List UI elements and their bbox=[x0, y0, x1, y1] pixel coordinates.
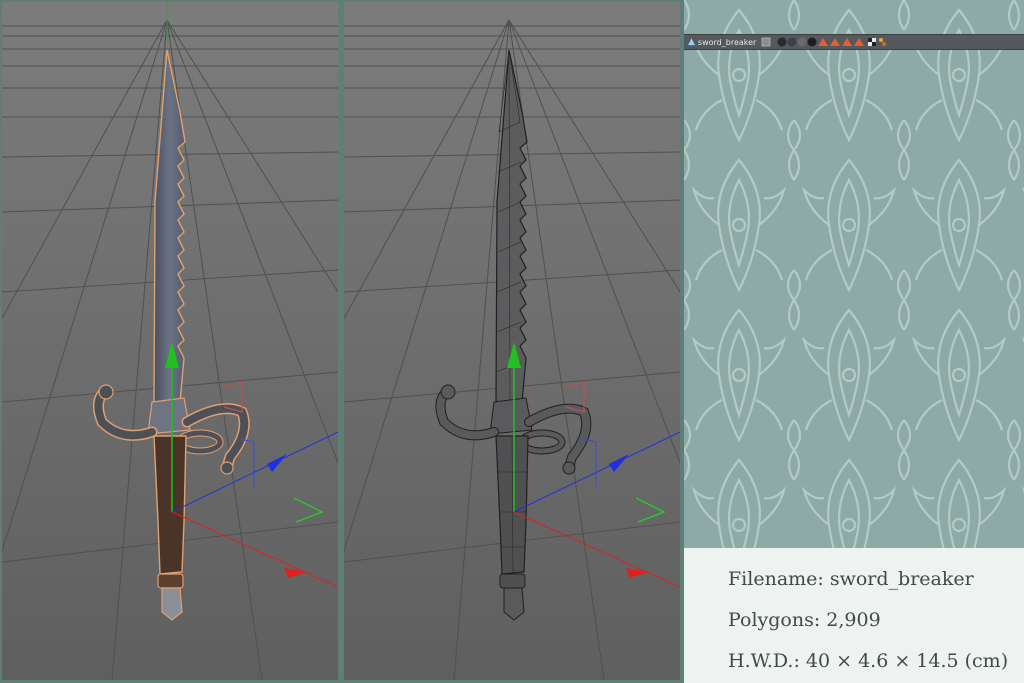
tag-icon[interactable] bbox=[762, 37, 771, 47]
viewport-shaded[interactable] bbox=[2, 2, 338, 680]
viewport-canvas[interactable] bbox=[2, 2, 338, 680]
checker-material-icon[interactable] bbox=[868, 38, 877, 46]
object-name[interactable]: sword_breaker bbox=[698, 38, 756, 47]
object-manager-bar[interactable]: ▲ sword_breaker bbox=[684, 34, 1024, 50]
null-object-icon[interactable]: ▲ bbox=[688, 37, 695, 47]
material-ball-icon[interactable] bbox=[777, 37, 787, 47]
cone-icon[interactable] bbox=[842, 38, 853, 46]
damask-wallpaper-background bbox=[684, 0, 1024, 548]
object-tags[interactable] bbox=[760, 36, 980, 48]
grip-collar bbox=[157, 573, 184, 589]
info-dimensions: H.W.D.: 40 × 4.6 × 14.5 (cm) bbox=[728, 650, 1009, 672]
cone-icon[interactable] bbox=[854, 38, 865, 46]
material-ball-icon[interactable] bbox=[797, 37, 807, 47]
grip-collar bbox=[499, 573, 526, 589]
cone-icon[interactable] bbox=[818, 38, 829, 46]
grip bbox=[153, 435, 187, 575]
cone-icon[interactable] bbox=[830, 38, 841, 46]
viewport-canvas[interactable] bbox=[344, 2, 680, 680]
material-ball-icon[interactable] bbox=[807, 37, 817, 47]
material-ball-icon[interactable] bbox=[787, 37, 797, 47]
viewport-wireframe[interactable] bbox=[344, 2, 680, 680]
info-filename: Filename: sword_breaker bbox=[728, 568, 974, 590]
texture-tag-icon[interactable] bbox=[879, 38, 887, 46]
info-polygon-count: Polygons: 2,909 bbox=[728, 609, 881, 631]
quillon-knob bbox=[98, 384, 114, 400]
